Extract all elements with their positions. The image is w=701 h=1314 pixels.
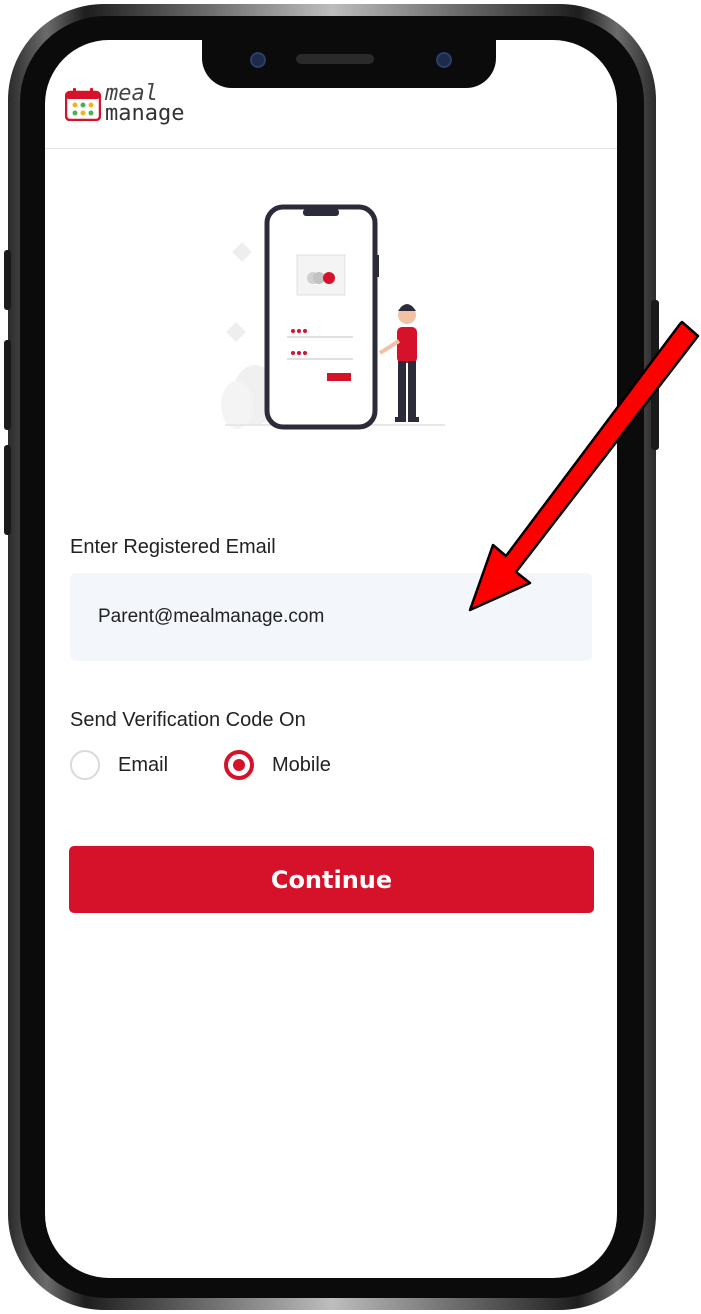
- logo-text: meal manage: [105, 83, 185, 126]
- brand-logo: meal manage: [64, 83, 185, 126]
- radio-mobile-circle[interactable]: [224, 750, 255, 780]
- app-screen: meal manage Enter Registered Email Paren…: [45, 40, 617, 1278]
- logo-line-manage: manage: [105, 101, 185, 126]
- silent-switch: [4, 250, 11, 310]
- radio-email-label: Email: [118, 753, 169, 776]
- radio-option-email[interactable]: Email: [70, 750, 168, 780]
- red-arrow-icon: [468, 320, 700, 612]
- radio-option-mobile[interactable]: Mobile: [224, 750, 331, 780]
- volume-up-button: [4, 340, 11, 430]
- email-field-label: Enter Registered Email: [70, 536, 276, 558]
- volume-down-button: [4, 445, 11, 535]
- continue-button[interactable]: Continue: [69, 846, 594, 913]
- phone-notch: [202, 40, 496, 88]
- speaker-grille: [296, 54, 374, 64]
- radio-email-circle[interactable]: [70, 750, 100, 780]
- sensor-icon: [436, 52, 452, 68]
- phone-verification-illustration: [221, 204, 445, 430]
- camera-icon: [250, 52, 266, 68]
- calendar-logo-icon: [64, 87, 102, 122]
- verification-method-group: Email Mobile: [70, 745, 331, 785]
- radio-mobile-label: Mobile: [272, 753, 331, 776]
- verification-method-label: Send Verification Code On: [70, 709, 306, 731]
